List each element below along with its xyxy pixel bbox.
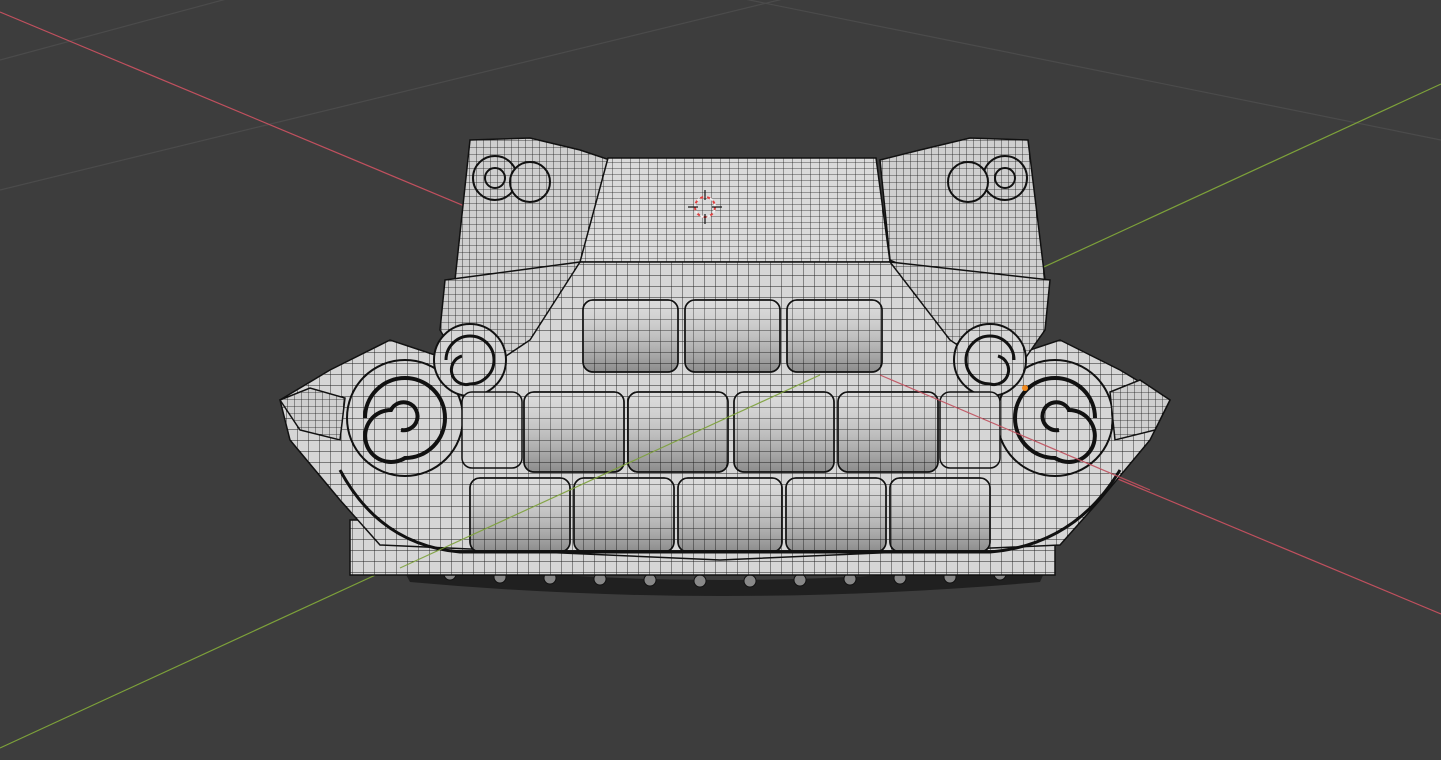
- mesh-tile-row-1: [582, 299, 883, 373]
- back-right-scroll-a: [982, 155, 1028, 201]
- selected-vertex-marker[interactable]: [1022, 385, 1028, 391]
- back-right-scroll-b: [947, 161, 989, 203]
- roof-ridge-mesh[interactable]: [278, 137, 1171, 596]
- mesh-right-tip: [1109, 379, 1171, 441]
- mesh-tile-row-3: [469, 477, 991, 553]
- mesh-top-ridge: [579, 157, 891, 263]
- back-left-scroll-b: [509, 161, 551, 203]
- 3d-viewport[interactable]: [0, 0, 1441, 760]
